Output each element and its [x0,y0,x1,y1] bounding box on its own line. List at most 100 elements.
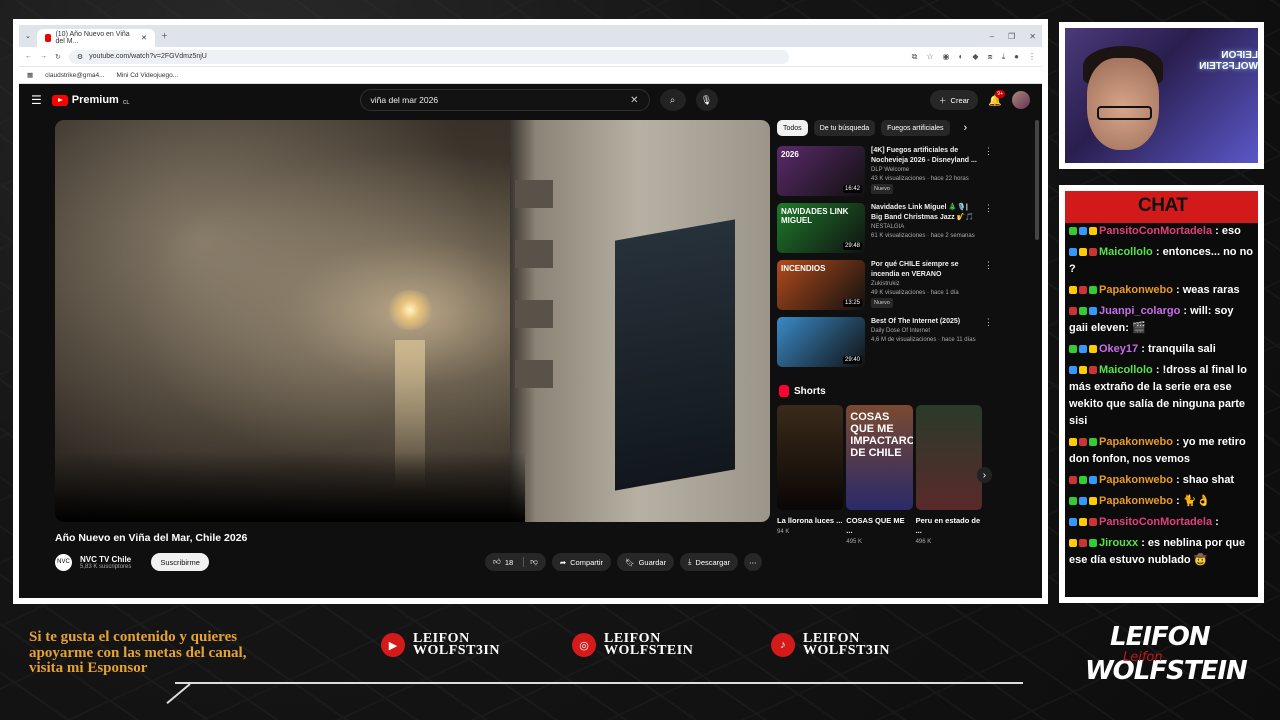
profile-icon[interactable]: ● [1014,52,1019,62]
channel-avatar[interactable]: NVC [55,553,72,571]
extension-icon[interactable]: ◆ [972,52,978,62]
extension-icon[interactable]: ◉ [943,52,950,62]
restore-icon[interactable]: ❐ [1008,32,1015,41]
short-thumbnail[interactable] [777,405,844,510]
site-info-icon[interactable]: ⚙ [77,53,83,61]
hamburger-menu-icon[interactable]: ☰ [31,93,42,107]
tab-menu-icon[interactable]: ⌄ [25,32,31,40]
address-bar[interactable]: ⚙ youtube.com/watch?v=2FGVdmz5njU [68,49,789,64]
channel-name[interactable]: NVC TV Chile [80,555,131,564]
save-button[interactable]: 🔖︎ Guardar [617,553,675,571]
video-menu-icon[interactable]: ⋮ [984,260,993,314]
chat-username[interactable]: Papakonwebo [1099,495,1173,507]
clear-search-icon[interactable]: ✕ [630,95,638,106]
chat-badge-icon [1079,539,1087,547]
avatar[interactable] [1012,91,1030,109]
more-actions-button[interactable]: ⋯ [744,553,762,571]
short-thumbnail[interactable] [915,405,982,510]
video-thumbnail[interactable]: 2026 16:42 [777,146,865,196]
youtube-handle-line2: WOLFST3IN [413,643,500,658]
chat-username[interactable]: PansitoConMortadela [1099,225,1212,237]
apps-grid-icon[interactable]: ▦ [27,71,33,79]
short-title[interactable]: COSAS QUE ME ... [846,516,912,536]
subscribe-button[interactable]: Suscribirme [151,553,209,571]
chat-username[interactable]: Juanpi_colargo [1099,305,1180,317]
short-title[interactable]: La llorona luces ... [777,516,843,526]
chat-username[interactable]: Okey17 [1099,343,1138,355]
video-player[interactable] [55,120,770,522]
chat-username[interactable]: Maicollolo [1099,364,1153,376]
bookmark-item[interactable]: claudstrike@gma4... [45,72,104,79]
bookmark-item[interactable]: Mini Cd Videojuego... [117,72,179,79]
video-thumbnail[interactable]: NAVIDADES LINK MIGUEL 29:48 [777,203,865,253]
reload-icon[interactable]: ↻ [55,53,61,61]
close-window-icon[interactable]: ✕ [1029,32,1036,41]
short-thumbnail[interactable]: COSAS QUE ME IMPACTARON DE CHILE [846,405,913,510]
back-icon[interactable]: ← [25,53,32,60]
forward-icon[interactable]: → [40,53,47,60]
search-input[interactable]: viña del mar 2026 ✕ [359,89,650,111]
short-item[interactable]: COSAS QUE ME IMPACTARON DE CHILE COSAS Q… [846,405,913,545]
short-title[interactable]: Peru en estado de ... [916,516,982,536]
browser-tab[interactable]: (10) Año Nuevo en Viña del M... ✕ [36,29,155,47]
voice-search-button[interactable]: 🎙 [695,89,718,111]
new-tab-icon[interactable]: ＋ [161,31,168,41]
extension-icon[interactable]: ◐ [959,52,964,62]
shorts-next-icon[interactable]: › [976,467,992,483]
chat-badge-icon [1079,518,1087,526]
menu-kebab-icon[interactable]: ⋮ [1028,52,1036,62]
notifications-button[interactable]: 🔔 9+ [988,89,1005,107]
search-button[interactable]: ⌕ [659,89,686,111]
minimize-icon[interactable]: – [990,32,994,41]
share-button[interactable]: ➦ Compartir [551,553,612,571]
install-icon[interactable]: ⧉ [912,52,918,62]
scrollbar[interactable] [1035,120,1039,240]
video-title[interactable]: Best Of The Internet (2025) [871,317,978,327]
address-toolbar: ← → ↻ ⚙ youtube.com/watch?v=2FGVdmz5njU … [19,47,1042,67]
instagram-social: ◎ LEIFON WOLFSTEIN [572,632,693,658]
chat-badge-icon [1069,438,1077,446]
video-frame-crowd [55,452,525,522]
video-menu-icon[interactable]: ⋮ [984,146,993,200]
short-item[interactable]: La llorona luces ... 94 K [777,405,844,545]
video-thumbnail[interactable]: INCENDIOS 13:25 [777,260,865,310]
chat-username[interactable]: Maicollolo [1099,246,1153,258]
dislike-icon[interactable]: 👎︎ [523,557,538,567]
new-badge: Nuevo [871,184,893,194]
bookmark-star-icon[interactable]: ☆ [926,52,933,62]
bookmark-icon: 🔖︎ [625,557,635,567]
chat-badge-icon [1089,539,1097,547]
chat-username[interactable]: Jirouxx [1099,537,1138,549]
short-item[interactable]: Peru en estado de ... 496 K [915,405,982,545]
download-icon[interactable]: ⤓ [1002,52,1006,62]
chip-de-tu-busqueda[interactable]: De tu búsqueda [813,120,876,136]
video-thumbnail[interactable]: 29:40 [777,317,865,367]
chat-username[interactable]: PansitoConMortadela [1099,516,1212,528]
video-title[interactable]: Navidades Link Miguel 🎄🎙️| Big Band Chri… [871,203,978,223]
chat-username[interactable]: Papakonwebo [1099,284,1173,296]
chip-fuegos-artificiales[interactable]: Fuegos artificiales [881,120,950,136]
recommended-video[interactable]: NAVIDADES LINK MIGUEL 29:48 Navidades Li… [777,203,993,257]
video-title[interactable]: [4K] Fuegos artificiales de Nochevieja 2… [871,146,978,166]
video-channel[interactable]: DLP Welcome [871,166,978,175]
video-channel[interactable]: Daily Dose Of Internet [871,327,978,336]
recommended-video[interactable]: 2026 16:42 [4K] Fuegos artificiales de N… [777,146,993,200]
video-menu-icon[interactable]: ⋮ [984,203,993,257]
video-title[interactable]: Por qué CHILE siempre se incendia en VER… [871,260,978,280]
create-button[interactable]: ＋ Crear [930,90,979,110]
video-menu-icon[interactable]: ⋮ [984,317,993,371]
chat-username[interactable]: Papakonwebo [1099,474,1173,486]
recommended-video[interactable]: 29:40 Best Of The Internet (2025) Daily … [777,317,993,371]
youtube-logo[interactable]: Premium CL [51,94,130,106]
download-button[interactable]: ⤓ Descargar [680,553,739,571]
short-thumbnail-text: COSAS QUE ME IMPACTARON DE CHILE [850,411,913,459]
like-button[interactable]: 👍︎ 18 👎︎ [485,553,546,571]
chevron-right-icon[interactable]: › [964,122,968,134]
extensions-puzzle-icon[interactable]: ⧈ [988,52,993,62]
video-channel[interactable]: Zukistrukiz [871,280,978,289]
recommended-video[interactable]: INCENDIOS 13:25 Por qué CHILE siempre se… [777,260,993,314]
tab-close-icon[interactable]: ✕ [141,34,147,42]
video-channel[interactable]: NESTALGIA [871,223,978,232]
chat-username[interactable]: Papakonwebo [1099,436,1173,448]
chip-todos[interactable]: Todos [777,120,808,136]
